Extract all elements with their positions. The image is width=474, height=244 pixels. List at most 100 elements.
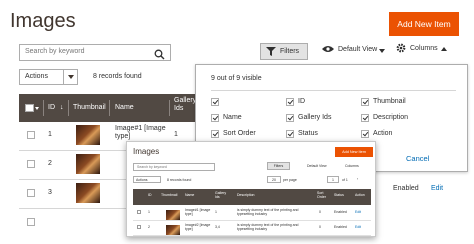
inset-per-page-label: per page (283, 178, 297, 182)
column-header-gallery-ids[interactable]: Gallery Ids (174, 97, 196, 113)
funnel-icon (266, 47, 276, 62)
inset-thumbnail-image (166, 210, 180, 220)
inset-table-row: 1 Image#1 [Image type] 1 is simply dummy… (133, 206, 371, 221)
row-edit-link[interactable]: Edit (431, 185, 443, 192)
page-title: Images (10, 10, 76, 32)
default-view-label: Default View (338, 46, 378, 53)
row-name: Image#1 [Image type] (115, 125, 166, 140)
inset-header-status[interactable]: Status (334, 193, 344, 197)
checkbox-checked-icon[interactable] (361, 114, 369, 122)
inset-row-gallery: 3,4 (215, 225, 220, 229)
inset-row-status: Enabled (334, 210, 347, 214)
row-checkbox[interactable] (27, 160, 35, 168)
inset-row-sort: 0 (319, 225, 321, 229)
checkbox-checked-icon[interactable] (361, 98, 369, 106)
checkbox-checked-icon[interactable] (211, 130, 219, 138)
row-status: Enabled (393, 185, 419, 192)
inset-header-gallery[interactable]: Gallery Ids (215, 191, 227, 199)
add-new-item-button[interactable]: Add New Item (389, 12, 459, 36)
checkbox-checked-icon[interactable] (286, 130, 294, 138)
checkbox-checked-icon[interactable] (286, 114, 294, 122)
checkbox-checked-icon[interactable] (361, 130, 369, 138)
inset-header-description[interactable]: Description (237, 193, 255, 197)
search-input[interactable]: Search by keyword (19, 44, 171, 61)
column-header-name[interactable]: Name (115, 104, 134, 111)
thumbnail-image (76, 154, 100, 174)
row-id: 3 (48, 189, 52, 196)
inset-row-checkbox[interactable] (137, 225, 141, 229)
column-option-label: Gallery Ids (298, 114, 332, 121)
chevron-down-icon (63, 70, 77, 84)
inset-grid-header: ID Thumbnail Name Gallery Ids Descriptio… (133, 189, 371, 205)
checkbox-checked-icon[interactable] (211, 98, 219, 106)
checkbox-checked-icon[interactable] (286, 98, 294, 106)
row-checkbox[interactable] (27, 131, 35, 139)
inset-thumbnail-image (166, 225, 180, 235)
column-option-label: Thumbnail (373, 98, 406, 105)
grid-header: ID ↓ Thumbnail Name Gallery Ids (19, 94, 196, 122)
row-checkbox[interactable] (27, 218, 35, 226)
inset-screenshot: Images Add New Item Search by keyword Fi… (126, 141, 376, 237)
inset-row-description: is simply dummy text of the printing and… (237, 223, 299, 231)
records-count: 8 records found (93, 73, 142, 80)
column-divider (109, 100, 110, 116)
inset-search-input[interactable]: Search by keyword (133, 163, 215, 171)
inset-add-new-item-button[interactable]: Add New Item (335, 147, 373, 157)
gear-icon (396, 43, 406, 55)
inset-header-sort[interactable]: Sort Order (317, 191, 327, 199)
inset-row-id: 1 (148, 210, 150, 214)
inset-row-sort: 0 (319, 210, 321, 214)
visible-count: 9 out of 9 visible (211, 75, 262, 82)
divider (211, 90, 456, 91)
mass-select-caret-icon[interactable] (35, 107, 39, 110)
column-header-id[interactable]: ID (48, 104, 55, 111)
column-option-label: ID (298, 98, 305, 105)
inset-row-edit-link[interactable]: Edit (355, 210, 361, 214)
chevron-up-icon (441, 46, 447, 53)
inset-header-thumbnail[interactable]: Thumbnail (161, 193, 177, 197)
thumbnail-image (76, 183, 100, 203)
inset-columns[interactable]: Columns (345, 164, 359, 168)
inset-page-input[interactable]: 1 (327, 176, 339, 183)
column-option-label: Sort Order (223, 130, 256, 137)
inset-row-description: is simply dummy text of the printing and… (237, 208, 299, 216)
inset-header-id[interactable]: ID (148, 193, 152, 197)
column-divider (68, 100, 69, 116)
column-divider (43, 100, 44, 116)
inset-header-action[interactable]: Action (355, 193, 365, 197)
inset-header-name[interactable]: Name (185, 193, 194, 197)
actions-select[interactable]: Actions (19, 69, 78, 85)
inset-per-page-select[interactable]: 20 (267, 176, 281, 183)
row-id: 1 (48, 131, 52, 138)
mass-select-checkbox[interactable] (25, 104, 34, 112)
columns-label: Columns (410, 45, 438, 52)
eye-icon (322, 45, 334, 55)
inset-actions-select[interactable]: Actions (133, 176, 161, 183)
column-option-label: Name (223, 114, 242, 121)
column-option-label: Description (373, 114, 409, 121)
inset-default-view[interactable]: Default View (307, 164, 327, 168)
inset-row-name: Image#2 [Image type] (185, 223, 211, 231)
column-option-label: Status (298, 130, 318, 137)
cancel-button[interactable]: Cancel (406, 154, 429, 163)
inset-row-id: 2 (148, 225, 150, 229)
search-placeholder: Search by keyword (25, 48, 85, 55)
inset-table-row: 2 Image#2 [Image type] 3,4 is simply dum… (133, 221, 371, 236)
inset-filters-button[interactable]: Filters (267, 162, 290, 170)
inset-page-total: of 1 (342, 178, 348, 182)
filters-label: Filters (280, 48, 300, 55)
search-icon[interactable] (154, 47, 165, 65)
column-header-thumbnail[interactable]: Thumbnail (73, 104, 106, 111)
filters-button[interactable]: Filters (260, 43, 308, 60)
row-checkbox[interactable] (27, 189, 35, 197)
inset-row-edit-link[interactable]: Edit (355, 225, 361, 229)
inset-records-count: 8 records found (167, 178, 192, 182)
sort-arrow-icon[interactable]: ↓ (60, 104, 64, 111)
checkbox-checked-icon[interactable] (211, 114, 219, 122)
inset-row-checkbox[interactable] (137, 210, 141, 214)
inset-row-gallery: 1 (215, 210, 217, 214)
thumbnail-image (76, 125, 100, 145)
inset-next-page-icon[interactable]: › (357, 177, 358, 181)
column-option-label: Action (373, 130, 393, 137)
inset-row-status: Enabled (334, 225, 347, 229)
